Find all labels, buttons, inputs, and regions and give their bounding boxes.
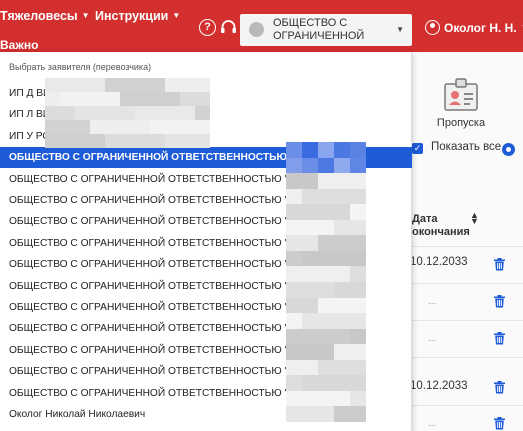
passes-label: Пропуска — [436, 117, 486, 129]
caret-down-icon: ▼ — [396, 25, 404, 34]
trash-icon[interactable] — [494, 295, 505, 308]
headset-icon[interactable] — [220, 19, 237, 36]
dropdown-header: Выбрать заявителя (перевозчика) — [9, 62, 152, 72]
gear-icon[interactable] — [502, 143, 515, 156]
column-header-end-date[interactable]: Дата окончания — [412, 213, 470, 239]
table-cell-date: ... — [428, 333, 437, 344]
trash-icon[interactable] — [494, 332, 505, 345]
badge-icon — [444, 78, 478, 111]
row-divider — [412, 283, 523, 284]
table-cell-date: 10.12.2033 — [410, 256, 468, 268]
sort-icon[interactable]: ▲ ▼ — [470, 211, 479, 226]
redacted-region — [45, 78, 210, 148]
trash-icon[interactable] — [494, 258, 505, 271]
row-divider — [412, 357, 523, 358]
user-name: Околог Н. Н. — [444, 21, 517, 35]
organization-select-value: ОБЩЕСТВО С ОГРАНИЧЕННОЙ — [273, 17, 365, 42]
trash-icon[interactable] — [494, 417, 505, 430]
nav-link-important[interactable]: Важно — [0, 38, 38, 52]
trash-icon[interactable] — [494, 381, 505, 394]
checkbox-checked-icon: ✓ — [412, 143, 423, 154]
building-icon — [249, 22, 264, 37]
show-all-checkbox[interactable]: ✓ Показать все — [412, 141, 501, 154]
table-cell-date: 10.12.2033 — [410, 380, 468, 392]
nav-menu-heavy[interactable]: Тяжеловесы ▼ — [0, 9, 90, 23]
user-avatar-icon — [425, 20, 440, 35]
table-cell-date: ... — [428, 418, 437, 429]
row-divider — [412, 405, 523, 406]
organization-select[interactable]: ОБЩЕСТВО С ОГРАНИЧЕННОЙ ▼ — [240, 14, 412, 46]
nav-menu-instructions[interactable]: Инструкции ▼ — [95, 9, 180, 23]
show-all-label: Показать все — [431, 141, 502, 153]
table-cell-date: ... — [428, 296, 437, 307]
row-divider — [412, 246, 523, 247]
user-menu[interactable]: Околог Н. Н.▼ — [425, 20, 523, 35]
passes-tile[interactable]: Пропуска — [430, 78, 492, 130]
caret-down-icon: ▼ — [172, 11, 181, 20]
caret-down-icon: ▼ — [81, 11, 90, 20]
row-divider — [412, 320, 523, 321]
redacted-region — [286, 142, 366, 422]
help-icon[interactable]: ? — [199, 19, 216, 36]
top-navbar: Тяжеловесы ▼ Инструкции ▼ Важно ? ОБЩЕСТВО… — [0, 0, 523, 52]
